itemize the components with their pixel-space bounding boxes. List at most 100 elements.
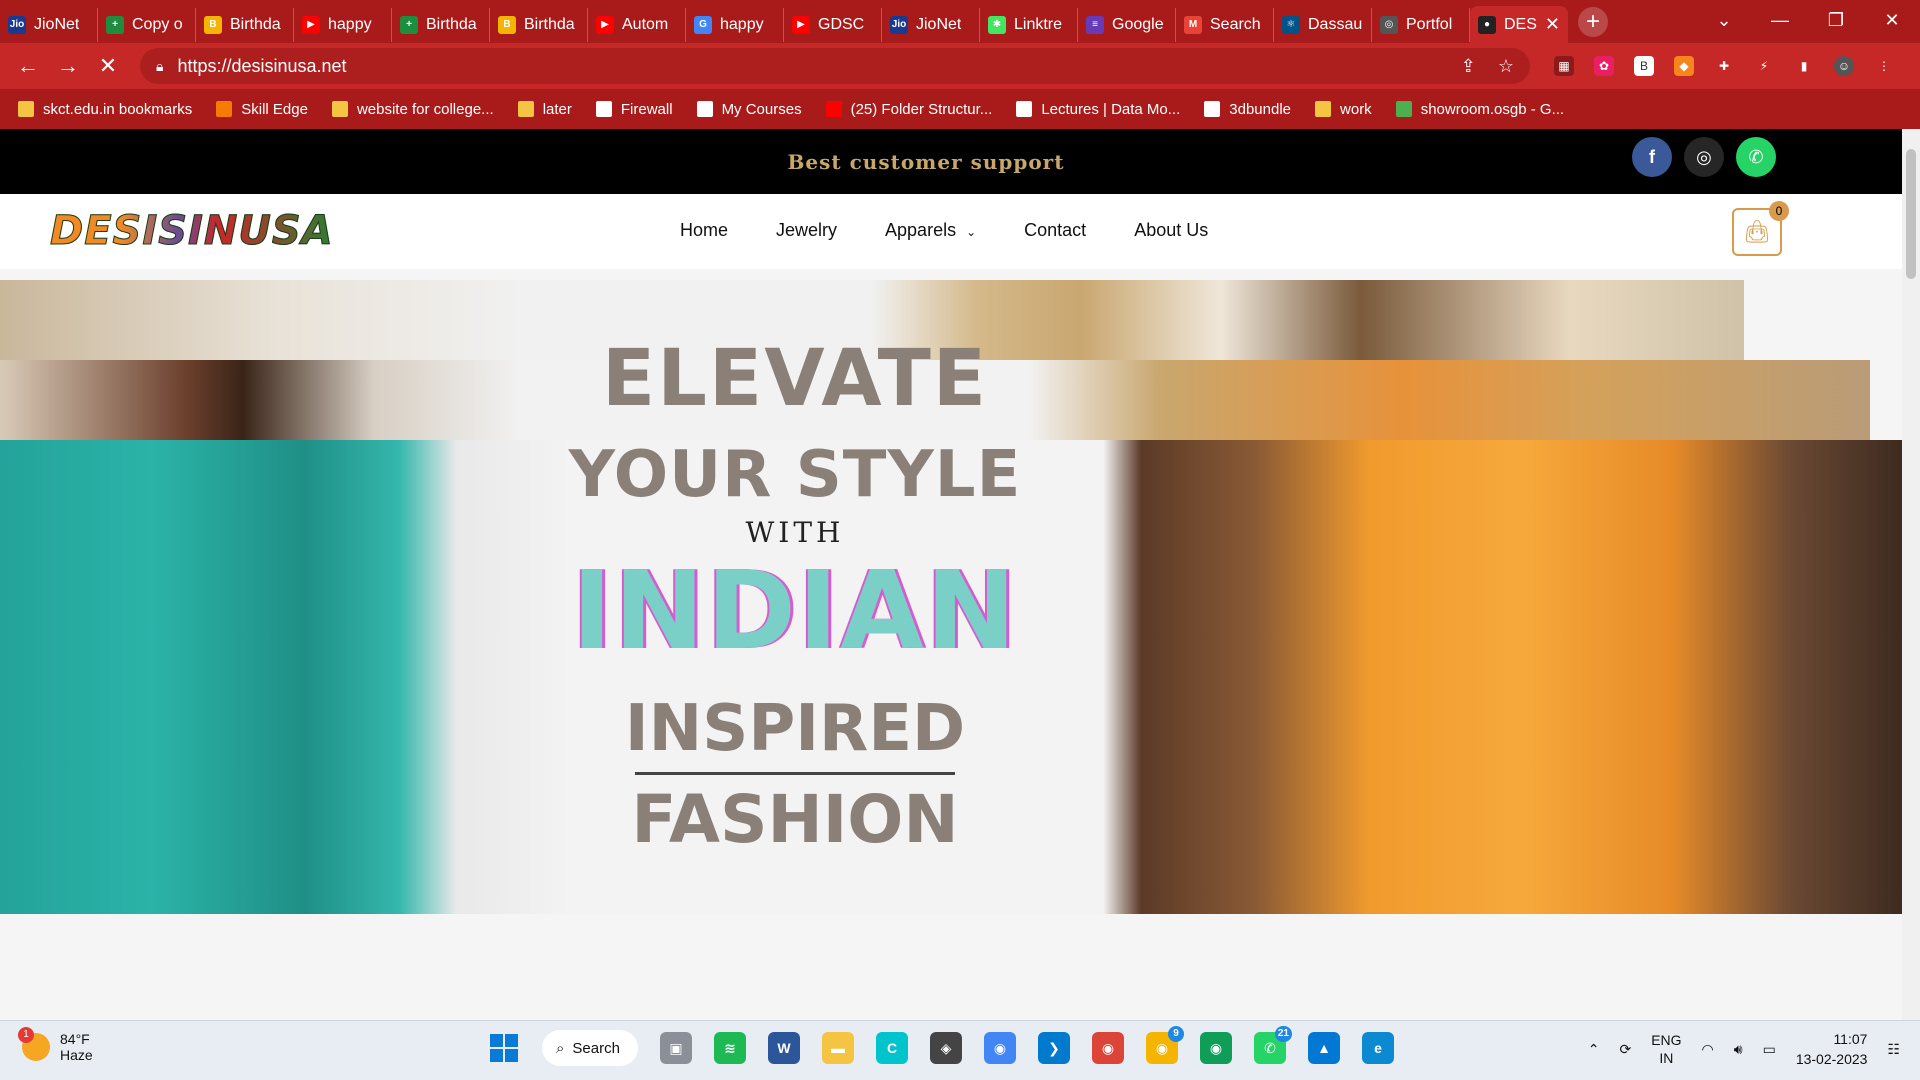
- cart-button[interactable]: 👜︎ 0: [1732, 201, 1789, 256]
- hero-banner[interactable]: ELEVATE YOUR STYLE WITH INDIAN INSPIRED …: [0, 280, 1902, 914]
- whatsapp-icon[interactable]: ✆ 21: [1254, 1026, 1292, 1064]
- tab-item[interactable]: ✱ Linktre: [980, 7, 1078, 42]
- edge-icon[interactable]: e: [1362, 1032, 1394, 1064]
- site-logo[interactable]: DESISINUSA: [50, 208, 334, 255]
- tab-list: Jio JioNet + Copy o B Birthda ▶ happy + Birthda B B…: [0, 2, 1470, 42]
- bookmarks-bar: skct.edu.in bookmarks Skill Edge website f…: [0, 89, 1920, 129]
- tab-item[interactable]: ⚛ Dassau: [1274, 7, 1372, 42]
- bookmark-icon: [517, 101, 534, 117]
- notifications-icon[interactable]: ☷: [1887, 1041, 1900, 1058]
- tab-item[interactable]: B Birthda: [196, 7, 294, 42]
- extensions-area: ▦ ✿ B ◆ ✚ ⚡︎ ▮ ☺ ⋮: [1554, 56, 1894, 76]
- chrome-icon[interactable]: ◉: [984, 1032, 1016, 1064]
- clock[interactable]: 11:07 13-02-2023: [1796, 1029, 1868, 1069]
- app-glyph: ◉: [1209, 1039, 1223, 1056]
- sync-icon[interactable]: ⟳: [1619, 1041, 1631, 1058]
- wifi-icon[interactable]: ◠: [1702, 1041, 1714, 1058]
- language-indicator[interactable]: ENG IN: [1651, 1031, 1681, 1067]
- page-scrollbar[interactable]: [1902, 129, 1920, 1020]
- whatsapp-icon[interactable]: ✆: [1736, 137, 1776, 177]
- bookmark-item[interactable]: Lectures | Data Mo...: [1016, 101, 1180, 118]
- bookmark-item[interactable]: My Courses: [696, 101, 802, 118]
- forward-button[interactable]: →: [48, 53, 88, 79]
- windows-start-icon[interactable]: [488, 1032, 520, 1064]
- profile-avatar[interactable]: ☺: [1834, 56, 1854, 76]
- hero-divider: [635, 772, 955, 775]
- tab-search-icon[interactable]: ⌄: [1696, 10, 1752, 31]
- weather-widget[interactable]: 1 84°F Haze: [18, 1027, 93, 1063]
- scrollbar-thumb[interactable]: [1906, 149, 1916, 279]
- chrome-profile-2-icon[interactable]: ◉ 9: [1146, 1026, 1184, 1064]
- extension-color-icon[interactable]: ✿: [1594, 56, 1614, 76]
- tab-item[interactable]: Ghappy: [686, 7, 784, 42]
- bookmark-item[interactable]: Firewall: [595, 101, 673, 118]
- bookmark-item[interactable]: skct.edu.in bookmarks: [18, 101, 192, 118]
- tab-item[interactable]: ▶ Autom: [588, 7, 686, 42]
- puzzle-icon[interactable]: ✚: [1714, 56, 1734, 76]
- extension-icon[interactable]: ▦: [1554, 56, 1574, 76]
- volume-icon[interactable]: 🔊︎: [1734, 1041, 1743, 1058]
- extension-b-icon[interactable]: B: [1634, 56, 1654, 76]
- bookmark-item[interactable]: work: [1315, 101, 1372, 118]
- bookmark-item[interactable]: website for college...: [331, 101, 494, 118]
- tab-strip: Jio JioNet + Copy o B Birthda ▶ happy + Birthda B B…: [0, 0, 1920, 43]
- lock-icon[interactable]: 🔒︎: [156, 58, 163, 75]
- hero-headline: ELEVATE YOUR STYLE WITH INDIAN INSPIRED …: [560, 340, 1030, 858]
- performance-icon[interactable]: ⚡︎: [1754, 56, 1774, 76]
- menu-item-apparels[interactable]: Apparels ⌄: [885, 220, 976, 241]
- maximize-button[interactable]: ❐: [1808, 10, 1864, 31]
- tab-item[interactable]: B Birthda: [490, 7, 588, 42]
- facebook-icon[interactable]: f: [1632, 137, 1672, 177]
- instagram-icon[interactable]: ◎: [1684, 137, 1724, 177]
- word-app-icon[interactable]: W: [768, 1032, 800, 1064]
- tab-item[interactable]: ▶ GDSC: [784, 7, 882, 42]
- tab-item[interactable]: ◎ Portfol: [1372, 7, 1470, 42]
- new-tab-button[interactable]: +: [1578, 6, 1608, 37]
- menu-item-jewelry[interactable]: Jewelry: [776, 220, 837, 241]
- menu-kebab-icon[interactable]: ⋮: [1874, 56, 1894, 76]
- stop-loading-button[interactable]: ✕: [88, 53, 128, 79]
- tab-item[interactable]: M Search: [1176, 7, 1274, 42]
- tab-item[interactable]: Jio JioNet: [0, 7, 98, 42]
- unity-icon[interactable]: ◈: [930, 1032, 962, 1064]
- bookmark-icon: [696, 101, 713, 117]
- back-button[interactable]: ←: [8, 53, 48, 79]
- chevron-up-icon[interactable]: ⌃: [1588, 1041, 1600, 1058]
- tab-item[interactable]: + Birthda: [392, 7, 490, 42]
- chrome-profile-3-icon[interactable]: ◉: [1200, 1032, 1232, 1064]
- photos-icon[interactable]: ▲: [1308, 1032, 1340, 1064]
- share-icon[interactable]: ⇪: [1461, 56, 1476, 77]
- tab-item[interactable]: ≡ Google: [1078, 7, 1176, 42]
- bookmark-item[interactable]: 3dbundle: [1204, 101, 1291, 118]
- file-explorer-icon[interactable]: ▬: [822, 1032, 854, 1064]
- chrome-profile-icon[interactable]: ◉: [1092, 1032, 1124, 1064]
- metamask-icon[interactable]: ◆: [1674, 56, 1694, 76]
- side-panel-icon[interactable]: ▮: [1794, 56, 1814, 76]
- menu-item-about[interactable]: About Us: [1134, 220, 1208, 241]
- bookmark-item[interactable]: (25) Folder Structur...: [825, 101, 992, 118]
- tab-item[interactable]: Jio JioNet: [882, 7, 980, 42]
- url-text[interactable]: https://desisinusa.net: [177, 56, 346, 77]
- tab-favicon-icon: +: [106, 15, 124, 34]
- spotify-icon[interactable]: ≋: [714, 1032, 746, 1064]
- address-bar[interactable]: 🔒︎ https://desisinusa.net ⇪ ☆: [140, 48, 1530, 84]
- minimize-button[interactable]: —: [1752, 10, 1808, 31]
- bookmark-item[interactable]: Skill Edge: [216, 101, 308, 118]
- tab-active[interactable]: ● DES ✕: [1470, 6, 1568, 43]
- app-glyph: e: [1374, 1040, 1382, 1056]
- canva-icon[interactable]: C: [876, 1032, 908, 1064]
- battery-icon[interactable]: ▭: [1763, 1041, 1776, 1058]
- bookmark-item[interactable]: later: [517, 101, 572, 118]
- tab-item[interactable]: + Copy o: [98, 7, 196, 42]
- tab-item[interactable]: ▶ happy: [294, 7, 392, 42]
- menu-item-contact[interactable]: Contact: [1024, 220, 1086, 241]
- vscode-icon[interactable]: ❯: [1038, 1032, 1070, 1064]
- file-manager-icon[interactable]: ▣: [660, 1032, 692, 1064]
- tab-favicon-icon: ▶: [302, 15, 320, 34]
- menu-item-home[interactable]: Home: [680, 220, 728, 241]
- close-tab-icon[interactable]: ✕: [1545, 14, 1560, 35]
- bookmark-item[interactable]: showroom.osgb - G...: [1395, 101, 1564, 118]
- taskbar-search-button[interactable]: ⌕ Search: [542, 1030, 638, 1066]
- close-window-button[interactable]: ✕: [1864, 10, 1920, 31]
- bookmark-star-icon[interactable]: ☆: [1498, 56, 1514, 77]
